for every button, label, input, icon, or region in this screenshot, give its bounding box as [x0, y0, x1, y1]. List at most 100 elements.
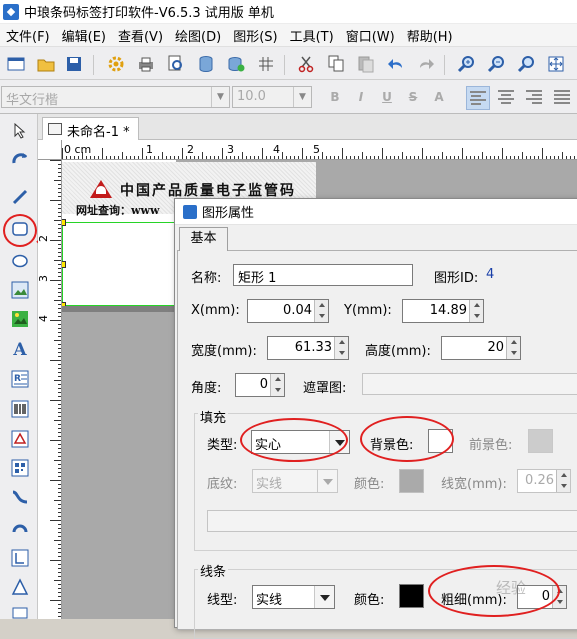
pattern-line-width-stepper[interactable]: 0.26 — [517, 469, 571, 493]
picture-tool-icon[interactable] — [9, 308, 31, 330]
x-stepper[interactable]: 0.04 — [247, 299, 329, 323]
ruler-label: 2 — [38, 235, 50, 242]
spin-arrows-icon[interactable] — [469, 300, 483, 322]
width-stepper[interactable]: 61.33 — [267, 336, 349, 360]
select-pointer-icon[interactable] — [9, 120, 31, 142]
undo-icon[interactable] — [386, 54, 406, 74]
paste-icon[interactable] — [356, 54, 376, 74]
save-icon[interactable] — [64, 54, 84, 74]
mask-image-field[interactable] — [362, 373, 577, 395]
foreground-color-swatch[interactable] — [528, 429, 553, 453]
more-tools-icon[interactable] — [9, 602, 31, 624]
qrcode-tool-icon[interactable] — [9, 428, 31, 450]
grid-icon[interactable] — [256, 54, 276, 74]
datamatrix-tool-icon[interactable] — [9, 457, 31, 479]
menu-draw[interactable]: 绘图(D) — [169, 26, 227, 45]
zoom-in-icon[interactable] — [456, 54, 476, 74]
app-icon — [3, 3, 19, 20]
superscript-button[interactable]: A — [430, 88, 448, 106]
spin-arrows-icon[interactable] — [314, 300, 328, 322]
align-right-button[interactable] — [522, 86, 546, 108]
open-folder-icon[interactable] — [36, 54, 56, 74]
font-size-combo[interactable]: 10.0 ▼ — [232, 86, 312, 108]
name-field[interactable]: 矩形 1 — [233, 264, 413, 286]
zoom-out-icon[interactable] — [486, 54, 506, 74]
rotate-tool-icon[interactable] — [9, 148, 31, 170]
menu-shape[interactable]: 图形(S) — [227, 26, 283, 45]
stroke-type-select[interactable]: 实线 — [252, 585, 335, 609]
foreground-color-label: 前景色: — [469, 438, 513, 453]
font-name-value: 华文行楷 — [6, 93, 59, 108]
menu-window[interactable]: 窗口(W) — [340, 26, 401, 45]
text-tool-icon[interactable]: A — [9, 339, 31, 361]
document-tab-bar: 未命名-1 * — [38, 114, 577, 140]
image-tool-icon[interactable] — [9, 279, 31, 301]
pattern-color-label: 颜色: — [354, 477, 385, 492]
print-preview-icon[interactable] — [166, 54, 186, 74]
menu-view[interactable]: 查看(V) — [112, 26, 169, 45]
background-color-swatch[interactable] — [428, 429, 453, 453]
height-value: 20 — [487, 340, 504, 355]
window-titlebar: 中琅条码标签打印软件-V6.5.3 试用版 单机 — [0, 0, 577, 24]
italic-button[interactable]: I — [352, 88, 370, 106]
y-value: 14.89 — [429, 303, 467, 318]
angle-value: 0 — [259, 377, 268, 392]
barcode-tool-icon[interactable] — [9, 398, 31, 420]
spin-arrows-icon[interactable] — [552, 586, 566, 608]
pattern-color-swatch[interactable] — [399, 469, 424, 493]
ellipse-tool-icon[interactable] — [9, 250, 31, 272]
menu-tools[interactable]: 工具(T) — [284, 26, 340, 45]
database-icon[interactable] — [196, 54, 216, 74]
font-name-combo[interactable]: 华文行楷 ▼ — [1, 86, 230, 108]
copy-icon[interactable] — [326, 54, 346, 74]
fit-page-icon[interactable] — [546, 54, 566, 74]
stroke-color-swatch[interactable] — [399, 584, 424, 608]
redo-icon[interactable] — [416, 54, 436, 74]
polygon-tool-icon[interactable] — [9, 547, 31, 569]
strikethrough-button[interactable]: S — [404, 88, 422, 106]
cut-icon[interactable] — [296, 54, 316, 74]
settings-gear-icon[interactable] — [106, 54, 126, 74]
bold-button[interactable]: B — [326, 88, 344, 106]
pattern-select[interactable]: 实线 — [252, 469, 338, 493]
spin-arrows-icon[interactable] — [334, 337, 348, 359]
database-settings-icon[interactable] — [226, 54, 246, 74]
spin-arrows-icon[interactable] — [556, 470, 570, 492]
y-stepper[interactable]: 14.89 — [402, 299, 484, 323]
stroke-type-label: 线型: — [207, 593, 238, 608]
menu-edit[interactable]: 编辑(E) — [56, 26, 112, 45]
id-value: 4 — [486, 267, 495, 282]
align-justify-button[interactable] — [550, 86, 574, 108]
print-icon[interactable] — [136, 54, 156, 74]
align-left-button[interactable] — [466, 86, 490, 110]
menu-help[interactable]: 帮助(H) — [401, 26, 459, 45]
tab-basic[interactable]: 基本 — [179, 227, 228, 251]
fill-type-select[interactable]: 实心 — [251, 430, 350, 454]
line-tool-icon[interactable] — [9, 186, 31, 208]
vertical-ruler: 2 3 4 — [38, 160, 62, 619]
label-shadow — [62, 306, 176, 312]
arc-tool-icon[interactable] — [9, 516, 31, 538]
underline-button[interactable]: U — [378, 88, 396, 106]
menu-file[interactable]: 文件(F) — [0, 26, 56, 45]
x-value: 0.04 — [283, 303, 312, 318]
triangle-tool-icon[interactable] — [9, 576, 31, 598]
rectangle-tool-icon[interactable] — [9, 218, 31, 240]
document-tab[interactable]: 未命名-1 * — [42, 117, 139, 140]
angle-stepper[interactable]: 0 — [235, 373, 285, 397]
resize-handle[interactable] — [62, 219, 66, 226]
zoom-actual-icon[interactable] — [516, 54, 536, 74]
curve-tool-icon[interactable] — [9, 486, 31, 508]
rectangle-shape[interactable] — [62, 222, 176, 306]
align-center-button[interactable] — [494, 86, 518, 108]
height-stepper[interactable]: 20 — [441, 336, 521, 360]
rich-text-tool-icon[interactable]: R — [9, 368, 31, 390]
spin-arrows-icon[interactable] — [506, 337, 520, 359]
fill-type-label: 类型: — [207, 438, 238, 453]
height-label: 高度(mm): — [365, 344, 431, 359]
spin-arrows-icon[interactable] — [270, 374, 284, 396]
new-document-icon[interactable] — [6, 54, 26, 74]
document-icon — [48, 123, 62, 135]
resize-handle[interactable] — [62, 261, 66, 268]
y-label: Y(mm): — [344, 303, 392, 318]
